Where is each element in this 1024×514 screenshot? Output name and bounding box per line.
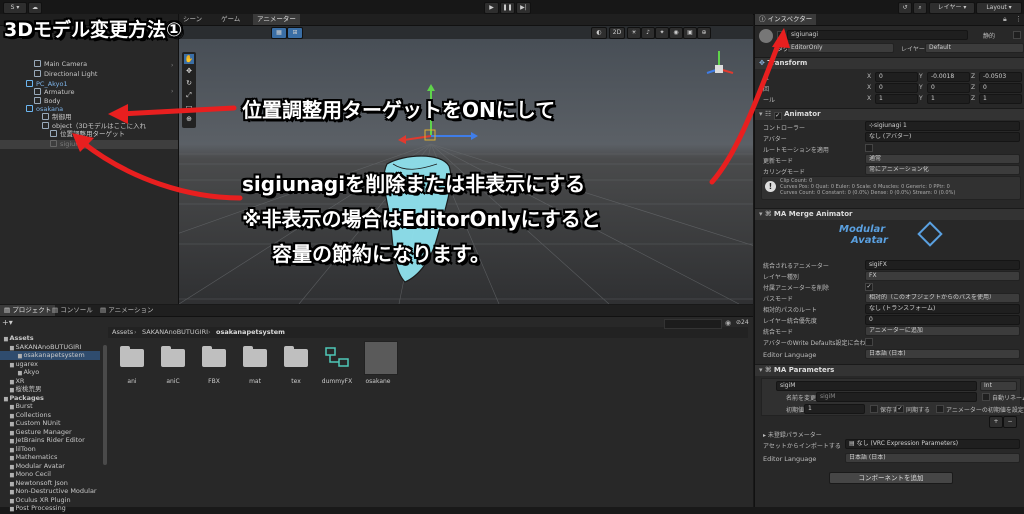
title-overlay: 3Dモデル変更方法①: [4, 19, 183, 41]
annotation-line1: 位置調整用ターゲットをONにして: [242, 98, 556, 122]
arrow-head: [108, 104, 128, 124]
annotation-line3: ※非表示の場合はEditorOnlyにすると: [242, 207, 601, 231]
annotation-arrows: [72, 28, 790, 201]
arrow-head: [772, 28, 790, 48]
annotation-line4: 容量の節約になります。: [272, 242, 490, 266]
annotation-line2: sigiunagiを削除または非表示にする: [242, 172, 586, 196]
